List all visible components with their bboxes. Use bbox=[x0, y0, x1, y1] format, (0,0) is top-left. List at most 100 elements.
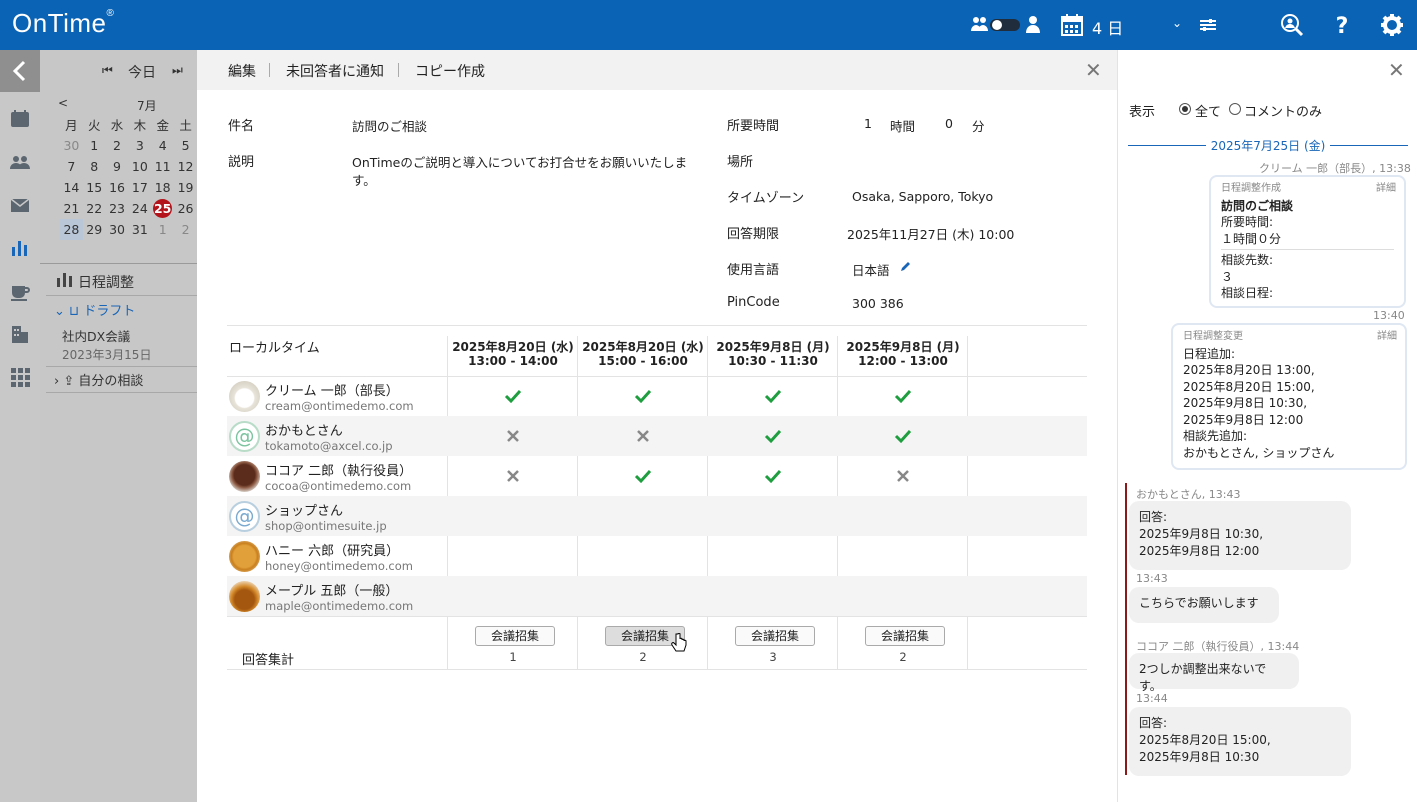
avatar bbox=[229, 541, 260, 572]
calendar-day[interactable]: 21 bbox=[60, 198, 83, 219]
person-view-toggle[interactable] bbox=[990, 19, 1020, 31]
close-icon[interactable]: ✕ bbox=[1388, 58, 1405, 82]
calendar-day[interactable]: 18 bbox=[151, 177, 174, 198]
top-bar: OnTime® 4 日 ⌄ ? bbox=[0, 0, 1417, 50]
calendar-day[interactable]: 24 bbox=[128, 198, 151, 219]
radio-all[interactable] bbox=[1179, 103, 1191, 115]
message-meta: クリーム 一郎（部長）, 13:38 bbox=[1259, 162, 1411, 175]
detail-link[interactable]: 詳細 bbox=[1377, 329, 1397, 346]
view-days-label[interactable]: 4 日 bbox=[1092, 15, 1123, 39]
calendar-icon[interactable] bbox=[1059, 12, 1085, 38]
message-time: 13:43 bbox=[1136, 572, 1168, 585]
cross-icon bbox=[637, 430, 649, 442]
calendar-day[interactable]: 16 bbox=[106, 177, 129, 198]
message-meta: おかもとさん, 13:43 bbox=[1136, 488, 1241, 501]
participant-row: ハニー 六郎（研究員） honey@ontimedemo.com bbox=[227, 536, 1087, 576]
svg-text:@: @ bbox=[235, 424, 255, 448]
calendar-day[interactable]: 28 bbox=[60, 219, 83, 240]
draft-item-title[interactable]: 社内DX会議 bbox=[62, 326, 130, 345]
message-text: 2025年8月20日 15:00, bbox=[1139, 733, 1271, 747]
calendar-day[interactable]: 2 bbox=[174, 219, 197, 240]
previous-icon[interactable]: ⏮ bbox=[102, 63, 113, 78]
calendar-day[interactable]: 10 bbox=[128, 156, 151, 177]
draft-folder[interactable]: ⌄ ⊔ ドラフト bbox=[54, 300, 135, 319]
participant-email: cream@ontimedemo.com bbox=[265, 399, 414, 413]
answer-count: 1 bbox=[509, 650, 517, 664]
check-icon bbox=[504, 389, 522, 404]
radio-all-label[interactable]: 全て bbox=[1195, 101, 1221, 120]
calendar-day[interactable]: 5 bbox=[174, 135, 197, 156]
people-icon[interactable] bbox=[9, 151, 31, 173]
my-polls-folder[interactable]: › ⇪ 自分の相談 bbox=[54, 370, 143, 389]
radio-comments-only[interactable] bbox=[1229, 103, 1241, 115]
pencil-icon[interactable] bbox=[900, 260, 912, 272]
message-text: 相談先数: bbox=[1221, 253, 1274, 267]
app-logo[interactable]: OnTime® bbox=[12, 8, 114, 39]
message-text: 2025年9月8日 12:00 bbox=[1139, 544, 1260, 558]
calendar-day[interactable]: 8 bbox=[83, 156, 106, 177]
calendar-day[interactable]: 15 bbox=[83, 177, 106, 198]
cross-icon bbox=[897, 470, 909, 482]
calendar-day[interactable]: 1 bbox=[83, 135, 106, 156]
comment-bubble: 回答: 2025年8月20日 15:00, 2025年9月8日 10:30 bbox=[1129, 707, 1351, 776]
avatar: @ bbox=[229, 421, 260, 452]
calendar-day[interactable]: 11 bbox=[151, 156, 174, 177]
message-text: 回答: bbox=[1139, 716, 1168, 730]
participant-name: おかもとさん bbox=[265, 424, 343, 439]
calendar-day[interactable]: 7 bbox=[60, 156, 83, 177]
coffee-icon[interactable] bbox=[9, 280, 31, 302]
calendar-day[interactable]: 23 bbox=[106, 198, 129, 219]
calendar-day[interactable]: 30 bbox=[106, 219, 129, 240]
calendar-day[interactable]: 12 bbox=[174, 156, 197, 177]
collapse-button[interactable] bbox=[0, 50, 40, 92]
calendar-day[interactable]: 4 bbox=[151, 135, 174, 156]
detail-link[interactable]: 詳細 bbox=[1376, 181, 1396, 198]
edit-button[interactable]: 編集 bbox=[228, 61, 256, 81]
calendar-icon[interactable] bbox=[9, 108, 31, 130]
invite-meeting-button[interactable]: 会議招集 bbox=[865, 626, 945, 646]
divider bbox=[227, 616, 1087, 617]
invite-meeting-button[interactable]: 会議招集 bbox=[735, 626, 815, 646]
search-person-icon[interactable] bbox=[1279, 12, 1305, 38]
close-icon[interactable]: ✕ bbox=[1085, 58, 1102, 82]
calendar-day[interactable]: 2 bbox=[106, 135, 129, 156]
calendar-day[interactable]: 30 bbox=[60, 135, 83, 156]
chevron-down-icon[interactable]: ⌄ bbox=[1172, 16, 1182, 30]
chevron-down-icon: ⌄ bbox=[54, 304, 70, 319]
notify-unanswered-button[interactable]: 未回答者に通知 bbox=[286, 61, 384, 81]
calendar-day[interactable]: 1 bbox=[151, 219, 174, 240]
calendar-day[interactable]: 31 bbox=[128, 219, 151, 240]
check-icon bbox=[634, 469, 652, 484]
participant-email: honey@ontimedemo.com bbox=[265, 559, 413, 573]
gear-icon[interactable] bbox=[1379, 12, 1405, 38]
message-text: 2025年8月20日 15:00, bbox=[1183, 379, 1315, 394]
next-icon[interactable]: ⏭ bbox=[172, 63, 183, 78]
month-prev-icon[interactable]: < bbox=[58, 96, 68, 110]
radio-comments-only-label[interactable]: コメントのみ bbox=[1244, 101, 1322, 120]
message-text: 2025年9月8日 10:30 bbox=[1139, 750, 1260, 764]
calendar-day[interactable]: 14 bbox=[60, 177, 83, 198]
today-button[interactable]: 今日 bbox=[128, 62, 156, 82]
local-time-label: ローカルタイム bbox=[229, 341, 320, 356]
calendar-day[interactable]: 17 bbox=[128, 177, 151, 198]
calendar-day[interactable]: 19 bbox=[174, 177, 197, 198]
calendar-day[interactable]: 26 bbox=[174, 198, 197, 219]
building-icon[interactable] bbox=[9, 323, 31, 345]
calendar-day[interactable]: 3 bbox=[128, 135, 151, 156]
calendar-day[interactable]: 22 bbox=[83, 198, 106, 219]
description-line-1: OnTimeのご説明と導入についてお打合せをお願いいたしま bbox=[352, 155, 688, 170]
copy-button[interactable]: コピー作成 bbox=[415, 61, 485, 81]
help-icon[interactable]: ? bbox=[1329, 12, 1355, 38]
message-text: おかもとさん, ショップさん bbox=[1183, 445, 1335, 460]
calendar-day[interactable]: 9 bbox=[106, 156, 129, 177]
mail-icon[interactable] bbox=[9, 194, 31, 216]
calendar-day[interactable]: 29 bbox=[83, 219, 106, 240]
apps-grid-icon[interactable] bbox=[9, 366, 31, 388]
comment-bubble: 回答: 2025年9月8日 10:30, 2025年9月8日 12:00 bbox=[1129, 501, 1351, 570]
person-icon[interactable] bbox=[1020, 12, 1046, 38]
message-text: 2025年9月8日 12:00 bbox=[1183, 412, 1304, 427]
invite-meeting-button[interactable]: 会議招集 bbox=[475, 626, 555, 646]
filter-settings-icon[interactable] bbox=[1195, 12, 1221, 38]
schedule-poll-icon[interactable] bbox=[9, 237, 31, 259]
calendar-day-today[interactable]: 25 bbox=[151, 198, 174, 219]
